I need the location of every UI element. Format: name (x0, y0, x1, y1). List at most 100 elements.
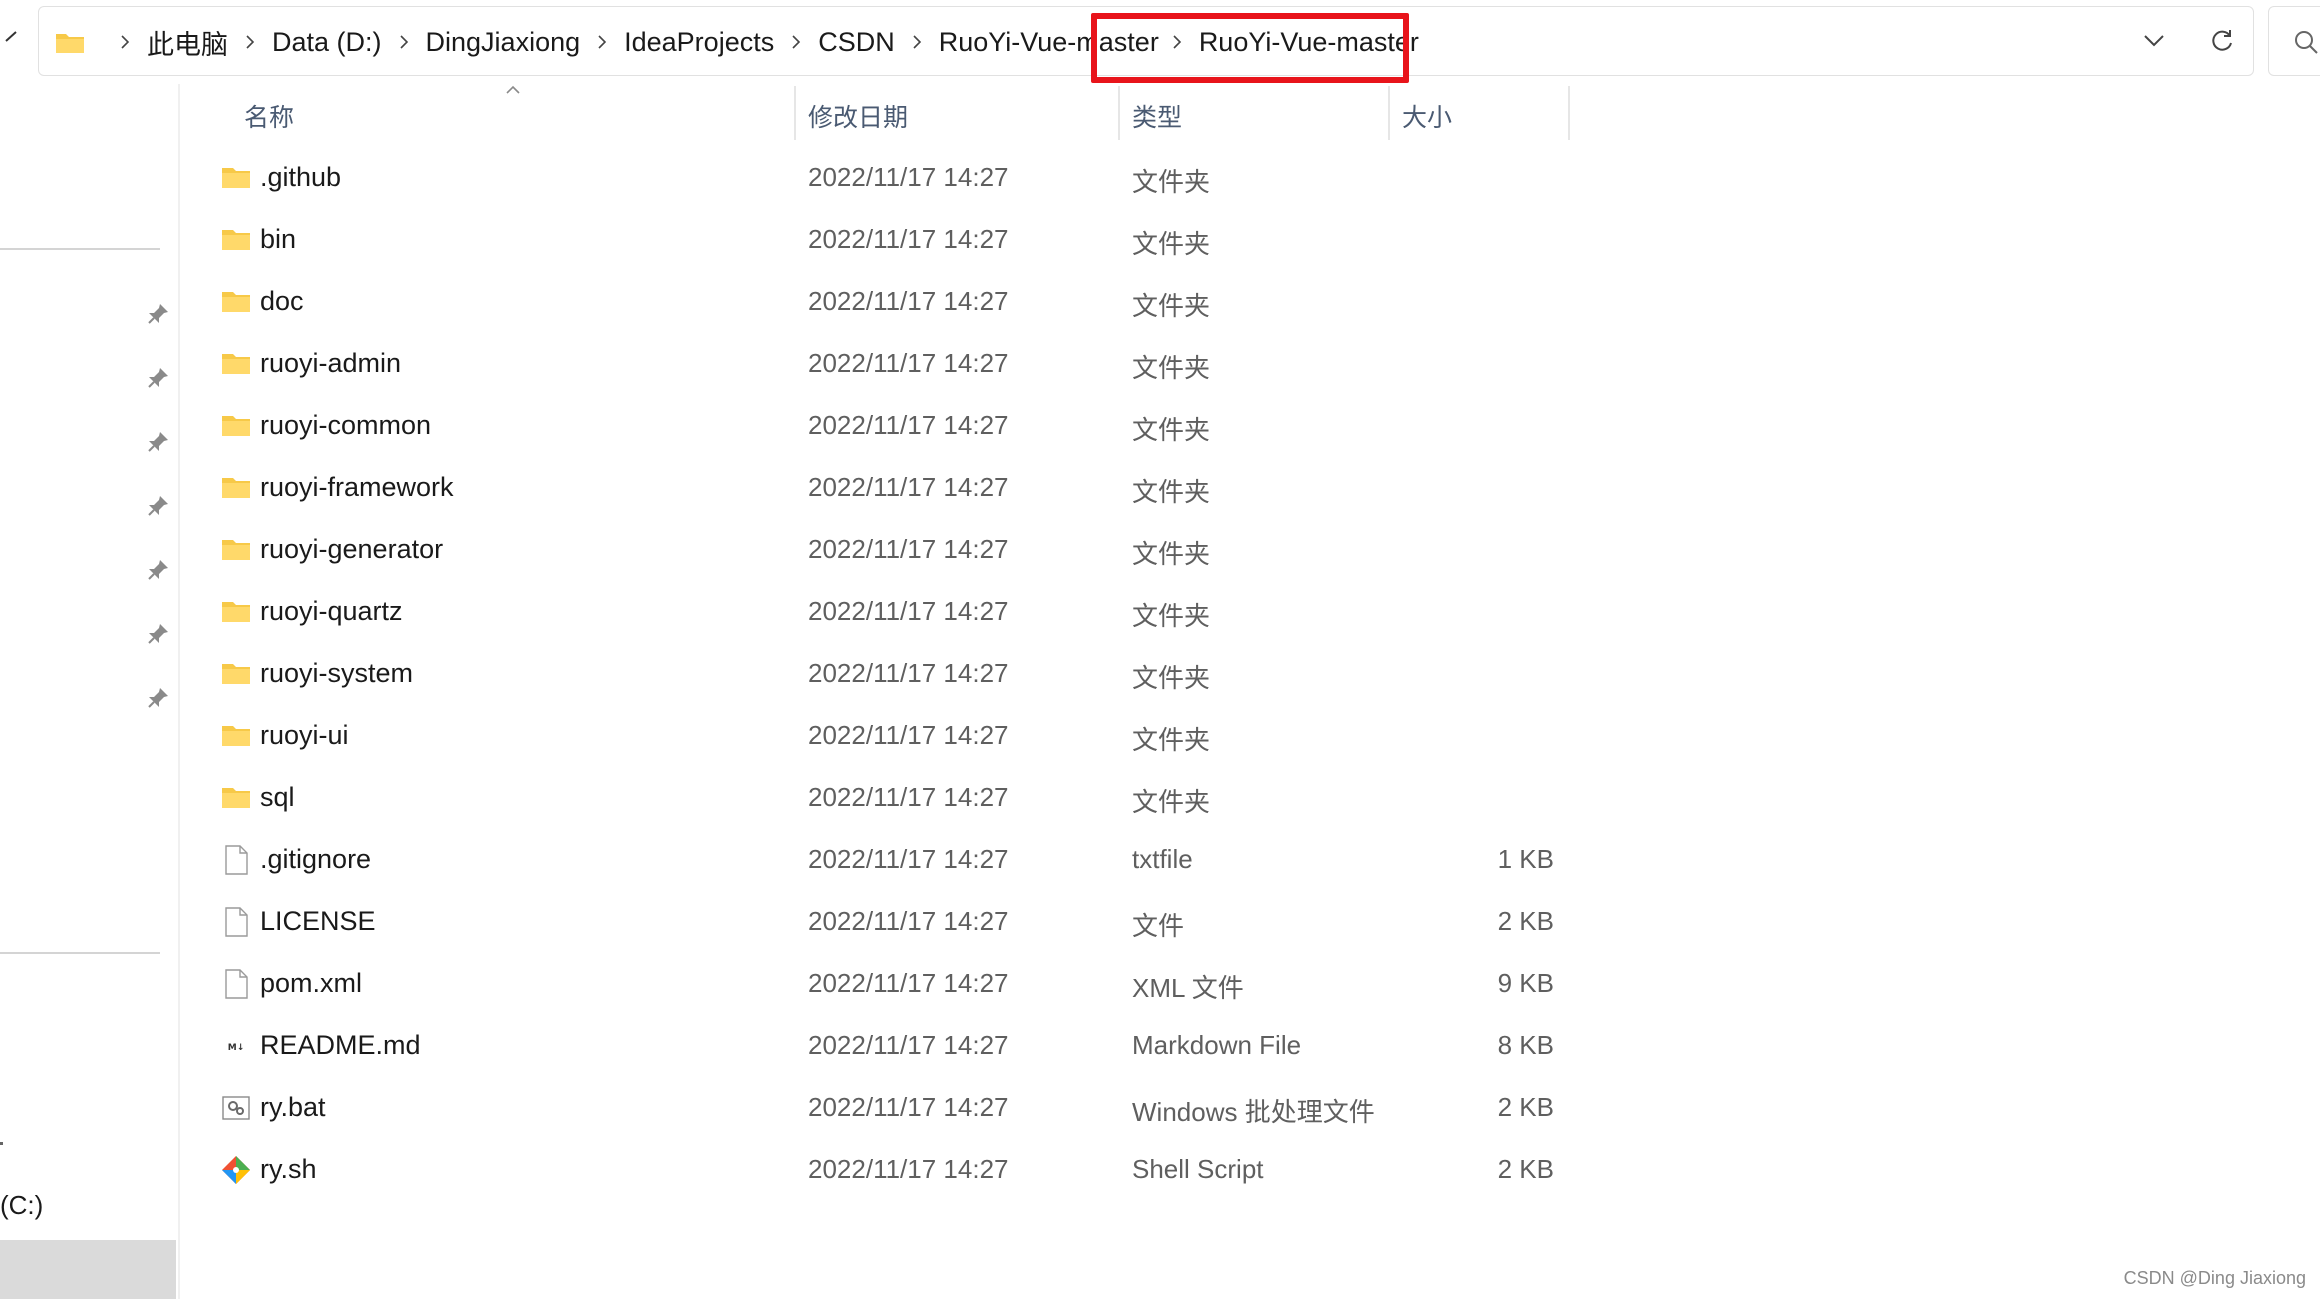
breadcrumb-item[interactable]: IdeaProjects (624, 27, 774, 58)
file-type: 文件夹 (1132, 229, 1211, 259)
file-row[interactable]: ry.sh 2022/11/17 14:27 Shell Script 2 KB (180, 1140, 1570, 1202)
breadcrumb-item[interactable]: Data (D:) (272, 27, 382, 58)
file-type: 文件夹 (1132, 601, 1211, 631)
file-row[interactable]: bin 2022/11/17 14:27 文件夹 (180, 210, 1570, 272)
file-name: ruoyi-framework (260, 472, 454, 502)
history-dropdown-button[interactable] (2129, 19, 2179, 63)
file-name: sql (260, 782, 295, 812)
nav-item-drive-c[interactable]: (C:) (0, 1190, 43, 1221)
file-type: 文件夹 (1132, 725, 1211, 755)
file-modified-date: 2022/11/17 14:27 (808, 534, 1009, 564)
file-row[interactable]: ruoyi-system 2022/11/17 14:27 文件夹 (180, 644, 1570, 706)
column-separator[interactable] (1388, 86, 1390, 140)
file-name: ry.bat (260, 1092, 326, 1122)
markdown-icon: M↓ (220, 1030, 252, 1062)
search-icon (2295, 31, 2318, 54)
file-name: bin (260, 224, 297, 254)
column-separator[interactable] (794, 86, 796, 140)
breadcrumb-item[interactable]: 此电脑 (147, 23, 228, 62)
file-icon (220, 844, 252, 876)
file-row[interactable]: ruoyi-admin 2022/11/17 14:27 文件夹 (180, 334, 1570, 396)
file-modified-date: 2022/11/17 14:27 (808, 224, 1009, 254)
file-type: 文件夹 (1132, 477, 1211, 507)
file-name: .github (260, 162, 342, 192)
pin-icon[interactable] (146, 558, 170, 582)
file-modified-date: 2022/11/17 14:27 (808, 782, 1009, 812)
file-modified-date: 2022/11/17 14:27 (808, 720, 1009, 750)
column-header-size[interactable]: 大小 (1402, 98, 1452, 134)
file-row[interactable]: ruoyi-ui 2022/11/17 14:27 文件夹 (180, 706, 1570, 768)
file-row[interactable]: LICENSE 2022/11/17 14:27 文件 2 KB (180, 892, 1570, 954)
folder-icon (220, 472, 252, 504)
breadcrumb-item[interactable]: DingJiaxiong (426, 27, 581, 58)
file-row[interactable]: sql 2022/11/17 14:27 文件夹 (180, 768, 1570, 830)
refresh-icon (2212, 30, 2232, 51)
pin-icon[interactable] (146, 686, 170, 710)
folder-icon (220, 658, 252, 690)
nav-divider (0, 952, 160, 954)
file-size: 2 KB (1497, 1154, 1554, 1184)
batch-file-icon (220, 1092, 252, 1124)
file-row[interactable]: M↓ README.md 2022/11/17 14:27 Markdown File… (180, 1016, 1570, 1078)
file-row[interactable]: .github 2022/11/17 14:27 文件夹 (180, 148, 1570, 210)
file-modified-date: 2022/11/17 14:27 (808, 844, 1009, 874)
chevron-right-icon (113, 32, 137, 52)
watermark-text: CSDN @Ding Jiaxiong (2123, 1268, 2306, 1288)
file-type: Windows 批处理文件 (1132, 1097, 1375, 1127)
search-input[interactable] (2268, 6, 2320, 76)
pin-icon[interactable] (146, 622, 170, 646)
file-name: LICENSE (260, 906, 376, 936)
column-header-name[interactable]: 名称 (244, 98, 294, 134)
file-type: XML 文件 (1132, 973, 1244, 1003)
file-size: 2 KB (1497, 906, 1554, 936)
file-modified-date: 2022/11/17 14:27 (808, 1092, 1009, 1122)
file-type: Markdown File (1132, 1030, 1302, 1060)
pin-icon[interactable] (146, 366, 170, 390)
column-separator[interactable] (1118, 86, 1120, 140)
file-modified-date: 2022/11/17 14:27 (808, 968, 1009, 998)
file-row[interactable]: .gitignore 2022/11/17 14:27 txtfile 1 KB (180, 830, 1570, 892)
chevron-down-icon (2144, 35, 2164, 47)
folder-icon (220, 348, 252, 380)
file-row[interactable]: pom.xml 2022/11/17 14:27 XML 文件 9 KB (180, 954, 1570, 1016)
file-name: ruoyi-generator (260, 534, 444, 564)
file-name: ruoyi-quartz (260, 596, 403, 626)
file-type: 文件夹 (1132, 539, 1211, 569)
file-name: ruoyi-admin (260, 348, 402, 378)
file-name: doc (260, 286, 304, 316)
column-header-type[interactable]: 类型 (1132, 98, 1182, 134)
breadcrumb-item[interactable]: CSDN (818, 27, 895, 58)
pin-icon[interactable] (146, 430, 170, 454)
nav-item-selected[interactable] (0, 1240, 176, 1299)
chevron-right-icon (590, 32, 614, 52)
column-separator[interactable] (1568, 86, 1570, 140)
column-header-date[interactable]: 修改日期 (808, 98, 908, 134)
file-row[interactable]: ruoyi-quartz 2022/11/17 14:27 文件夹 (180, 582, 1570, 644)
folder-icon (220, 162, 252, 194)
file-type: txtfile (1132, 844, 1193, 874)
file-row[interactable]: ruoyi-common 2022/11/17 14:27 文件夹 (180, 396, 1570, 458)
file-row[interactable]: ruoyi-generator 2022/11/17 14:27 文件夹 (180, 520, 1570, 582)
pin-icon[interactable] (146, 302, 170, 326)
chevron-right-icon (238, 32, 262, 52)
git-script-icon (220, 1154, 252, 1186)
file-row[interactable]: ruoyi-framework 2022/11/17 14:27 文件夹 (180, 458, 1570, 520)
file-name: ruoyi-ui (260, 720, 349, 750)
sort-ascending-icon (506, 85, 520, 94)
folder-icon (56, 34, 84, 53)
file-modified-date: 2022/11/17 14:27 (808, 1154, 1009, 1184)
file-type: 文件夹 (1132, 415, 1211, 445)
file-name: ry.sh (260, 1154, 317, 1184)
pin-icon[interactable] (146, 494, 170, 518)
file-row[interactable]: ry.bat 2022/11/17 14:27 Windows 批处理文件 2 KB (180, 1078, 1570, 1140)
file-type: Shell Script (1132, 1154, 1264, 1184)
file-modified-date: 2022/11/17 14:27 (808, 1030, 1009, 1060)
nav-divider (0, 248, 160, 250)
refresh-button[interactable] (2197, 19, 2247, 63)
file-row[interactable]: doc 2022/11/17 14:27 文件夹 (180, 272, 1570, 334)
file-size: 1 KB (1497, 844, 1554, 874)
address-bar[interactable]: 此电脑 Data (D:) DingJiaxiong IdeaProjects … (38, 6, 2254, 83)
file-modified-date: 2022/11/17 14:27 (808, 348, 1009, 378)
back-arrow-icon[interactable] (2, 26, 20, 56)
folder-icon (220, 286, 252, 318)
